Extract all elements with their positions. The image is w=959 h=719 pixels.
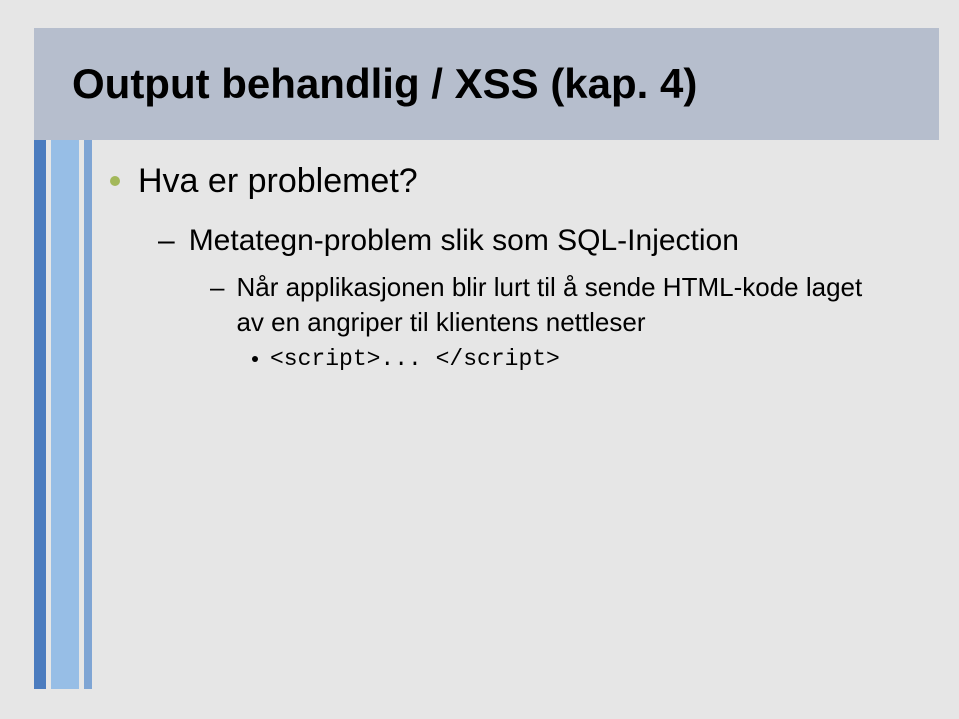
bullet-level-3-text: Når applikasjonen blir lurt til å sende … [236,270,876,340]
bullet-level-2: – Metategn-problem slik som SQL-Injectio… [158,221,930,260]
left-accent-bars [34,140,92,689]
bullet-level-1-text: Hva er problemet? [138,160,418,203]
bullet-dash-icon: – [158,221,175,260]
accent-bar-2 [51,140,79,689]
bullet-level-2-text: Metategn-problem slik som SQL-Injection [189,221,739,260]
accent-bar-3 [84,140,92,689]
slide-title: Output behandlig / XSS (kap. 4) [72,60,697,108]
bullet-level-3: – Når applikasjonen blir lurt til å send… [210,270,930,340]
bullet-dash-icon: – [210,270,224,305]
bullet-dot-icon [110,176,120,186]
bullet-level-1: Hva er problemet? [110,160,930,203]
bullet-level-4-code: <script>... </script> [270,344,560,375]
bullet-small-dot-icon [252,356,258,362]
bullet-level-4: <script>... </script> [252,344,930,375]
title-band: Output behandlig / XSS (kap. 4) [34,28,939,140]
content-area: Hva er problemet? – Metategn-problem sli… [110,160,930,375]
accent-bar-1 [34,140,46,689]
slide-background: Output behandlig / XSS (kap. 4) Hva er p… [0,0,959,719]
